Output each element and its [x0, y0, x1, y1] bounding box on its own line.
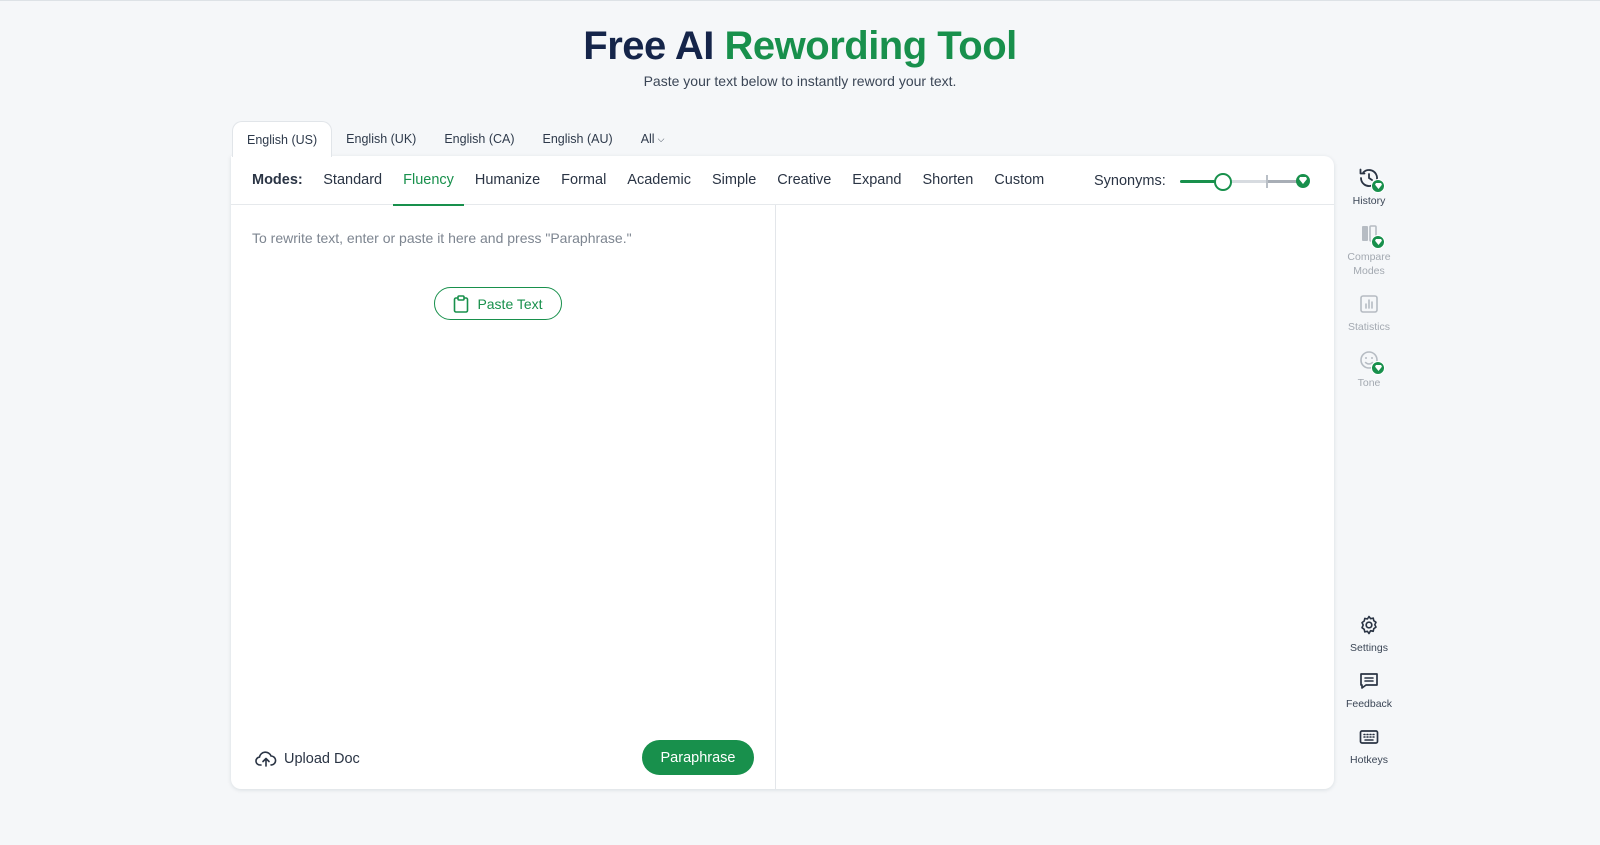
sidebar-item-history[interactable]: History: [1336, 166, 1402, 208]
tone-icon: [1357, 348, 1385, 375]
sidebar-item-statistics[interactable]: Statistics: [1336, 292, 1402, 334]
modes-label: Modes:: [252, 172, 303, 188]
sidebar-item-label: Settings: [1350, 642, 1388, 654]
feedback-icon: [1357, 669, 1381, 693]
mode-fluency[interactable]: Fluency: [392, 156, 465, 206]
tab-english-ca[interactable]: English (CA): [430, 121, 528, 157]
sidebar-top: History Compare Modes Statistics Tone: [1336, 166, 1402, 404]
mode-formal[interactable]: Formal: [551, 156, 617, 205]
keyboard-icon: [1357, 725, 1381, 749]
sidebar-item-compare-modes[interactable]: Compare Modes: [1336, 222, 1402, 278]
sidebar-item-label: History: [1352, 195, 1386, 207]
cloud-upload-icon: [255, 751, 277, 767]
page-title: Free AI Rewording Tool: [0, 21, 1600, 71]
mode-humanize[interactable]: Humanize: [464, 156, 550, 205]
sidebar-item-settings[interactable]: Settings: [1336, 613, 1402, 655]
mode-standard[interactable]: Standard: [313, 156, 393, 205]
upload-doc-label: Upload Doc: [284, 751, 360, 767]
tab-label: English (US): [247, 132, 318, 147]
mode-label: Humanize: [474, 172, 541, 188]
mode-creative[interactable]: Creative: [767, 156, 842, 205]
mode-label: Formal: [561, 172, 607, 188]
mode-label: Creative: [777, 172, 832, 188]
input-placeholder[interactable]: To rewrite text, enter or paste it here …: [252, 230, 632, 246]
mode-custom[interactable]: Custom: [984, 156, 1055, 205]
slider-tick: [1265, 174, 1268, 188]
input-pane[interactable]: To rewrite text, enter or paste it here …: [231, 205, 776, 789]
hero: Free AI Rewording Tool Paste your text b…: [0, 21, 1600, 89]
premium-gem-icon: [1371, 179, 1385, 193]
page-subtitle: Paste your text below to instantly rewor…: [643, 73, 957, 89]
synonyms-control: Synonyms:: [1094, 156, 1310, 205]
sidebar-item-tone[interactable]: Tone: [1336, 348, 1402, 390]
mode-label: Shorten: [922, 172, 974, 188]
tab-label: English (CA): [444, 132, 515, 146]
premium-gem-icon: [1295, 173, 1310, 188]
tab-label: English (AU): [542, 132, 613, 146]
premium-gem-icon: [1371, 235, 1385, 249]
modes-bar: Modes: Standard Fluency Humanize Formal …: [231, 156, 1334, 206]
paste-text-button[interactable]: Paste Text: [434, 287, 562, 320]
tab-label: English (UK): [346, 132, 417, 146]
tab-english-us[interactable]: English (US): [232, 121, 333, 157]
mode-label: Simple: [711, 172, 757, 188]
statistics-icon: [1357, 292, 1381, 316]
mode-label: Fluency: [403, 172, 454, 188]
compare-modes-icon: [1357, 222, 1385, 249]
upload-doc-button[interactable]: Upload Doc: [255, 751, 360, 767]
tab-label: All: [640, 132, 655, 146]
mode-label: Expand: [852, 172, 902, 188]
mode-shorten[interactable]: Shorten: [912, 156, 984, 205]
clipboard-icon: [454, 294, 469, 313]
sidebar-item-hotkeys[interactable]: Hotkeys: [1336, 725, 1402, 767]
editor-area: To rewrite text, enter or paste it here …: [231, 205, 1334, 789]
mode-simple[interactable]: Simple: [701, 156, 766, 205]
slider-handle[interactable]: [1213, 172, 1232, 191]
synonyms-label: Synonyms:: [1094, 172, 1166, 189]
output-pane: [776, 205, 1334, 789]
sidebar-item-label: Compare Modes: [1347, 251, 1391, 277]
mode-label: Standard: [323, 172, 383, 188]
paraphrase-button[interactable]: Paraphrase: [642, 740, 754, 775]
mode-label: Custom: [994, 172, 1045, 188]
tab-all-languages[interactable]: All ⌵: [627, 121, 679, 157]
tab-english-uk[interactable]: English (UK): [332, 121, 430, 157]
paraphraser-card: Modes: Standard Fluency Humanize Formal …: [231, 156, 1334, 789]
language-tabs: English (US) English (UK) English (CA) E…: [232, 121, 678, 157]
sidebar-item-feedback[interactable]: Feedback: [1336, 669, 1402, 711]
paraphrase-label: Paraphrase: [660, 749, 736, 766]
title-part-2: Rewording Tool: [724, 24, 1018, 68]
title-part-1: Free AI: [583, 24, 714, 68]
gear-icon: [1357, 613, 1381, 637]
sidebar-bottom: Settings Feedback Hotkeys: [1336, 613, 1402, 781]
premium-gem-icon: [1371, 361, 1385, 375]
paste-text-label: Paste Text: [477, 295, 543, 312]
mode-academic[interactable]: Academic: [617, 156, 702, 205]
mode-label: Academic: [627, 172, 691, 188]
sidebar-item-label: Statistics: [1347, 321, 1390, 333]
sidebar-item-label: Hotkeys: [1350, 754, 1388, 766]
sidebar-item-label: Feedback: [1345, 698, 1393, 710]
sidebar-item-label: Tone: [1357, 377, 1381, 389]
history-icon: [1357, 166, 1385, 193]
chevron-down-icon: ⌵: [657, 133, 665, 144]
mode-expand[interactable]: Expand: [842, 156, 912, 205]
tab-english-au[interactable]: English (AU): [529, 121, 627, 157]
synonyms-slider[interactable]: [1179, 171, 1310, 191]
